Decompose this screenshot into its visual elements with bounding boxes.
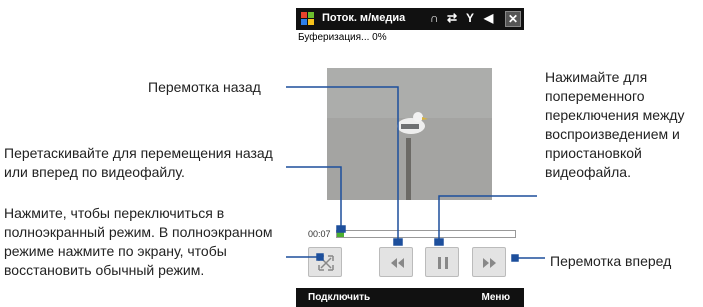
player-area: Буферизация... 0% 00:07	[296, 30, 524, 288]
pause-icon	[438, 257, 448, 269]
elapsed-time: 00:07	[308, 229, 331, 239]
fast-forward-icon	[483, 258, 496, 268]
rewind-button[interactable]	[379, 247, 413, 277]
app-title: Поток. м/медиа	[322, 12, 406, 24]
title-bar: Поток. м/медиа ∩ ⇄ Y ◀ ✕	[296, 8, 524, 30]
callout-play-pause: Нажимайте для попеременного переключения…	[545, 69, 685, 180]
seek-bar-fill	[337, 231, 344, 237]
softkey-connect[interactable]: Подключить	[308, 292, 370, 303]
callout-fullscreen: Нажмите, чтобы переключиться в полноэкра…	[4, 205, 273, 278]
device-screen: Поток. м/медиа ∩ ⇄ Y ◀ ✕ Буферизация... …	[296, 8, 524, 307]
softkey-menu[interactable]: Меню	[482, 292, 510, 303]
sync-icon: ⇄	[447, 11, 458, 25]
close-icon[interactable]: ✕	[505, 11, 521, 27]
fullscreen-icon	[318, 255, 334, 271]
callout-rewind: Перемотка назад	[148, 79, 261, 95]
video-frame[interactable]	[327, 68, 492, 200]
windows-logo-icon[interactable]	[300, 11, 316, 27]
pause-button[interactable]	[425, 247, 459, 277]
soft-key-bar: Подключить Меню	[296, 288, 524, 307]
callout-fast-forward: Перемотка вперед	[550, 253, 672, 269]
video-image	[327, 68, 492, 200]
buffering-status: Буферизация... 0%	[298, 32, 387, 43]
seek-bar[interactable]	[336, 230, 516, 238]
signal-icon: Y	[466, 11, 475, 25]
fullscreen-button[interactable]	[308, 247, 342, 277]
volume-icon[interactable]: ◀	[484, 11, 493, 25]
headset-icon: ∩	[430, 11, 439, 25]
rewind-icon	[391, 258, 404, 268]
callout-drag: Перетаскивайте для перемещения назад или…	[4, 145, 273, 180]
fast-forward-button[interactable]	[472, 247, 506, 277]
